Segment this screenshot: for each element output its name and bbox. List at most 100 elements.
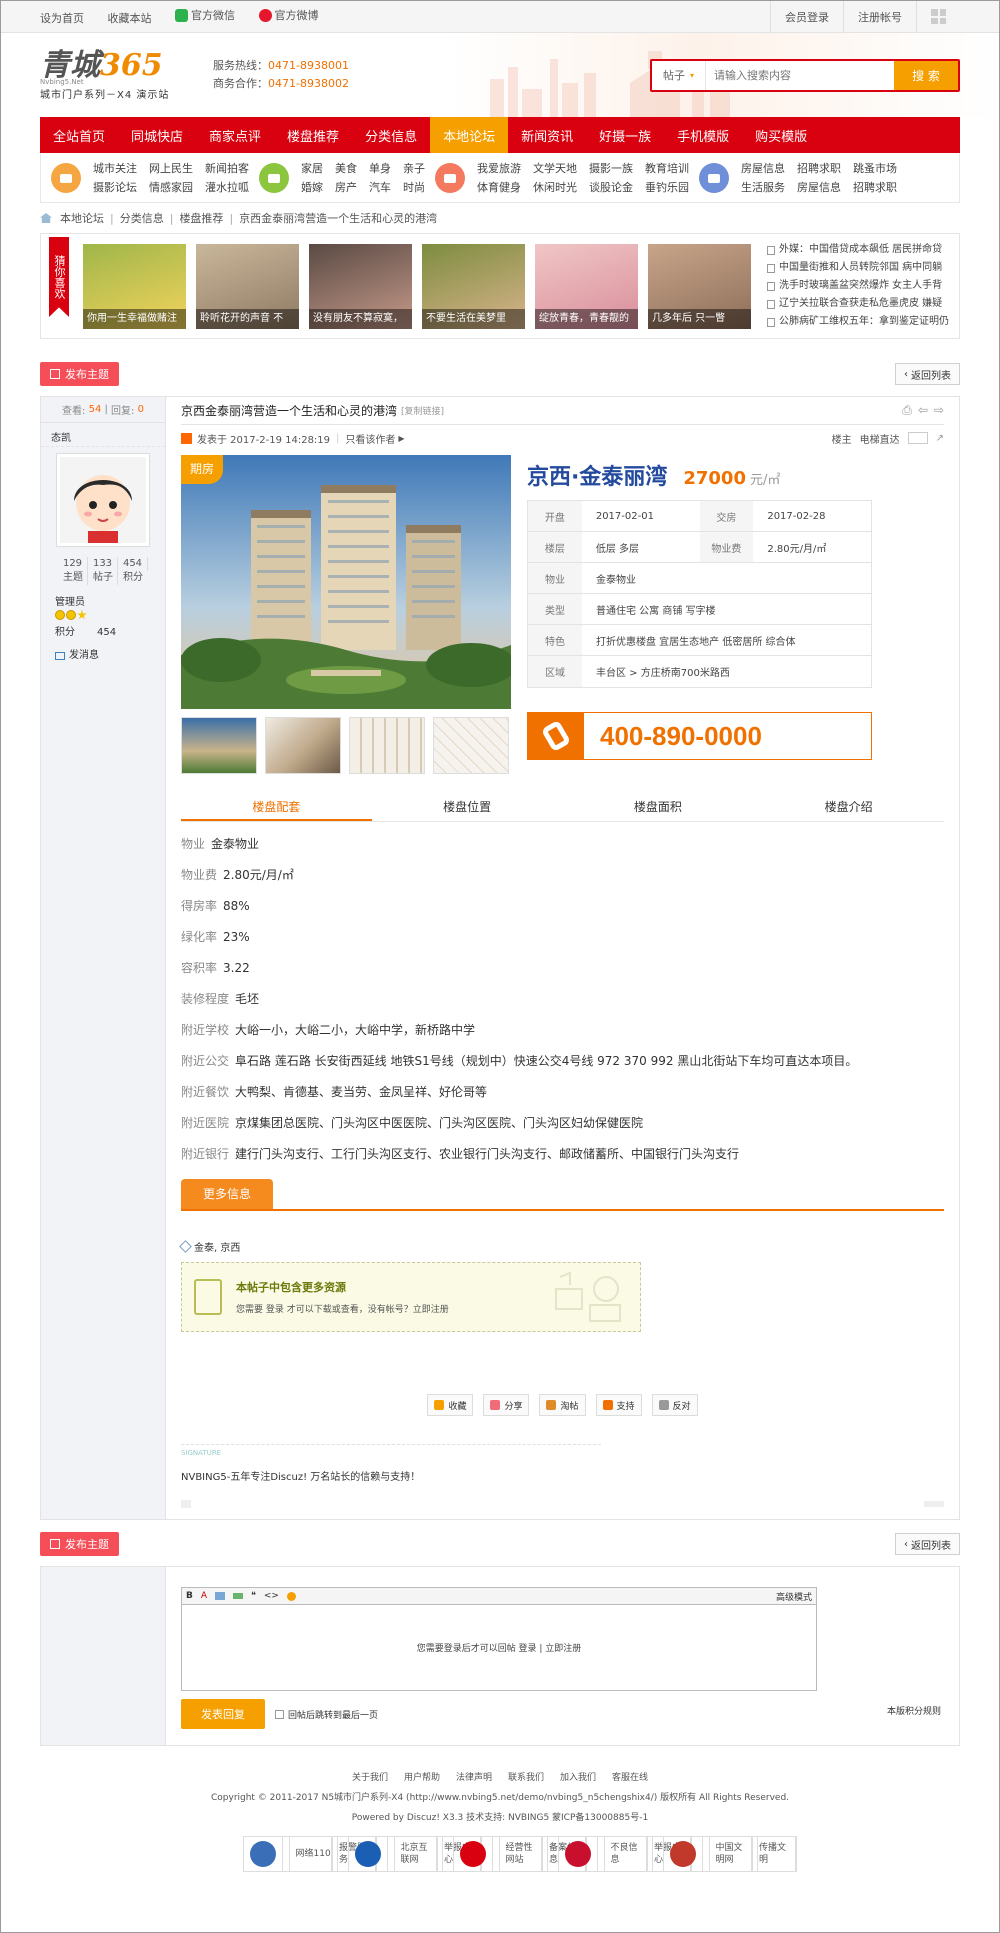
submit-reply-button[interactable]: 发表回复: [181, 1699, 265, 1729]
hotline-banner[interactable]: 400-890-0000: [527, 712, 872, 760]
news-item[interactable]: 公肺病矿工维权五年：拿到鉴定证明仍: [767, 313, 949, 331]
locked-text[interactable]: 您需要 登录 才可以下载或查看，没有帐号？立即注册: [236, 1302, 449, 1315]
user-stat[interactable]: 133 帖子: [88, 557, 118, 585]
recommend-thumb[interactable]: 你用一生幸福做赌注: [83, 243, 186, 329]
trust-badge[interactable]: 网络110 报警服务: [242, 1836, 377, 1872]
nav-item[interactable]: 新闻资讯: [508, 117, 586, 153]
go-icon[interactable]: ↗: [936, 433, 944, 444]
publish-button-bottom[interactable]: 发布主题: [40, 1532, 119, 1556]
only-author-link[interactable]: 只看该作者: [345, 431, 395, 446]
subnav-link[interactable]: 休闲时光: [533, 179, 577, 196]
subnav-link[interactable]: 谈股论金: [589, 179, 633, 196]
subnav-link[interactable]: 我爱旅游: [477, 160, 521, 177]
login-prompt[interactable]: 您需要登录后才可以回帖 登录 | 立即注册: [417, 1641, 582, 1654]
subnav-link[interactable]: 美食: [335, 160, 357, 177]
publish-button[interactable]: 发布主题: [40, 362, 119, 386]
news-item[interactable]: 中国量街推和人员转院邻国 病中同躺: [767, 259, 949, 277]
action-2-button[interactable]: 分享: [483, 1394, 530, 1416]
thumbnail-3[interactable]: [349, 717, 425, 774]
nav-item[interactable]: 全站首页: [40, 117, 118, 153]
subnav-link[interactable]: 新闻拍客: [205, 160, 249, 177]
subnav-link[interactable]: 网上民生: [149, 160, 193, 177]
trust-badge[interactable]: 经营性网站 备案信息: [452, 1836, 587, 1872]
copy-link-button[interactable]: [复制链接]: [401, 404, 444, 417]
trust-badge[interactable]: 中国文明网 传播文明: [662, 1836, 797, 1872]
back-to-list-button[interactable]: ‹ 返回列表: [895, 363, 960, 385]
home-icon[interactable]: [40, 213, 52, 223]
image-icon[interactable]: [215, 1592, 226, 1600]
thumbnail-4[interactable]: [433, 717, 509, 774]
action-1-button[interactable]: 收藏: [427, 1394, 474, 1416]
recommend-thumb[interactable]: 没有朋友不算寂寞，: [309, 243, 412, 329]
recommend-thumb[interactable]: 几多年后 只一瞥: [648, 243, 751, 329]
subnav-link[interactable]: 房屋信息: [797, 179, 841, 196]
footer-link[interactable]: 法律声明: [456, 1768, 492, 1788]
apps-menu[interactable]: [916, 0, 960, 33]
subnav-link[interactable]: 亲子: [403, 160, 425, 177]
print-icon[interactable]: ⎙: [902, 403, 912, 418]
nav-item[interactable]: 同城快店: [118, 117, 196, 153]
thumbnail-2[interactable]: [265, 717, 341, 774]
subnav-link[interactable]: 生活服务: [741, 179, 785, 196]
bold-icon[interactable]: B: [186, 1591, 193, 1601]
subnav-link[interactable]: 摄影论坛: [93, 179, 137, 196]
breadcrumb-item-3[interactable]: 楼盘推荐: [179, 210, 223, 226]
subnav-link[interactable]: 家居: [301, 160, 323, 177]
subnav-link[interactable]: 文学天地: [533, 160, 577, 177]
footer-link[interactable]: 用户帮助: [404, 1768, 440, 1788]
login-link[interactable]: 会员登录: [770, 0, 843, 33]
news-item[interactable]: 辽宁关拉联合查获走私危墨虎皮 嫌疑: [767, 295, 949, 313]
breadcrumb-item-1[interactable]: 本地论坛: [60, 210, 104, 226]
more-info-tab[interactable]: 更多信息: [181, 1179, 274, 1209]
subnav-link[interactable]: 跳蚤市场: [853, 160, 897, 177]
footer-link[interactable]: 客服在线: [612, 1768, 648, 1788]
nav-item[interactable]: 好摄一族: [586, 117, 664, 153]
next-thread-icon[interactable]: ⇨: [934, 403, 944, 418]
breadcrumb-item-2[interactable]: 分类信息: [120, 210, 164, 226]
nav-item[interactable]: 分类信息: [352, 117, 430, 153]
reply-textarea[interactable]: 您需要登录后才可以回帖 登录 | 立即注册: [181, 1605, 817, 1691]
footer-link[interactable]: 关于我们: [352, 1768, 388, 1788]
footer-link[interactable]: 联系我们: [508, 1768, 544, 1788]
nav-item[interactable]: 手机模版: [664, 117, 742, 153]
subnav-link[interactable]: 情感家园: [149, 179, 193, 196]
property-tab[interactable]: 楼盘介绍: [753, 792, 944, 821]
advanced-mode-link[interactable]: 高级模式: [776, 1590, 812, 1603]
register-link[interactable]: 注册帐号: [843, 0, 916, 33]
subnav-link[interactable]: 单身: [369, 160, 391, 177]
more-icon[interactable]: [924, 1501, 944, 1507]
subnav-link[interactable]: 时尚: [403, 179, 425, 196]
recommend-thumb[interactable]: 绽放青春，青春靓的: [535, 243, 638, 329]
smiley-icon[interactable]: [286, 1591, 296, 1601]
trust-badge[interactable]: 北京互联网 举报中心: [347, 1836, 482, 1872]
avatar[interactable]: [56, 453, 150, 547]
footer-link[interactable]: 加入我们: [560, 1768, 596, 1788]
nav-item[interactable]: 本地论坛: [430, 117, 509, 153]
site-logo[interactable]: 青城365 Nvbing5.Net 城市门户系列－X4 演示站: [40, 49, 195, 101]
subnav-link[interactable]: 汽车: [369, 179, 391, 196]
report-icon[interactable]: [181, 1500, 191, 1508]
subnav-link[interactable]: 体育健身: [477, 179, 521, 196]
weibo-link[interactable]: 官方微博: [258, 7, 319, 23]
subnav-link[interactable]: 婚嫁: [301, 179, 323, 196]
recommend-thumb[interactable]: 不要生活在美梦里: [422, 243, 525, 329]
subnav-link[interactable]: 摄影一族: [589, 160, 633, 177]
link-icon[interactable]: [233, 1593, 244, 1599]
code-icon[interactable]: <>: [264, 1591, 279, 1601]
subnav-link[interactable]: 灌水拉呱: [205, 179, 249, 196]
send-message-link[interactable]: 发消息: [55, 648, 151, 663]
prev-thread-icon[interactable]: ⇦: [918, 403, 928, 418]
user-stat[interactable]: 129 主题: [58, 557, 88, 585]
nav-item[interactable]: 楼盘推荐: [274, 117, 352, 153]
trust-badge[interactable]: 不良信息 举报中心: [557, 1836, 692, 1872]
subnav-link[interactable]: 招聘求职: [853, 179, 897, 196]
action-5-button[interactable]: 反对: [651, 1394, 698, 1416]
set-homepage-link[interactable]: 设为首页: [40, 10, 84, 26]
search-type-select[interactable]: 帖子 ▾: [652, 60, 706, 90]
breadcrumb-item-current[interactable]: 京西金泰丽湾营造一个生活和心灵的港湾: [239, 210, 437, 226]
recommend-thumb[interactable]: 聆听花开的声音 不: [196, 243, 299, 329]
subnav-link[interactable]: 教育培训: [645, 160, 689, 177]
nav-item[interactable]: 商家点评: [196, 117, 274, 153]
subnav-link[interactable]: 房产: [335, 179, 357, 196]
subnav-link[interactable]: 房屋信息: [741, 160, 785, 177]
